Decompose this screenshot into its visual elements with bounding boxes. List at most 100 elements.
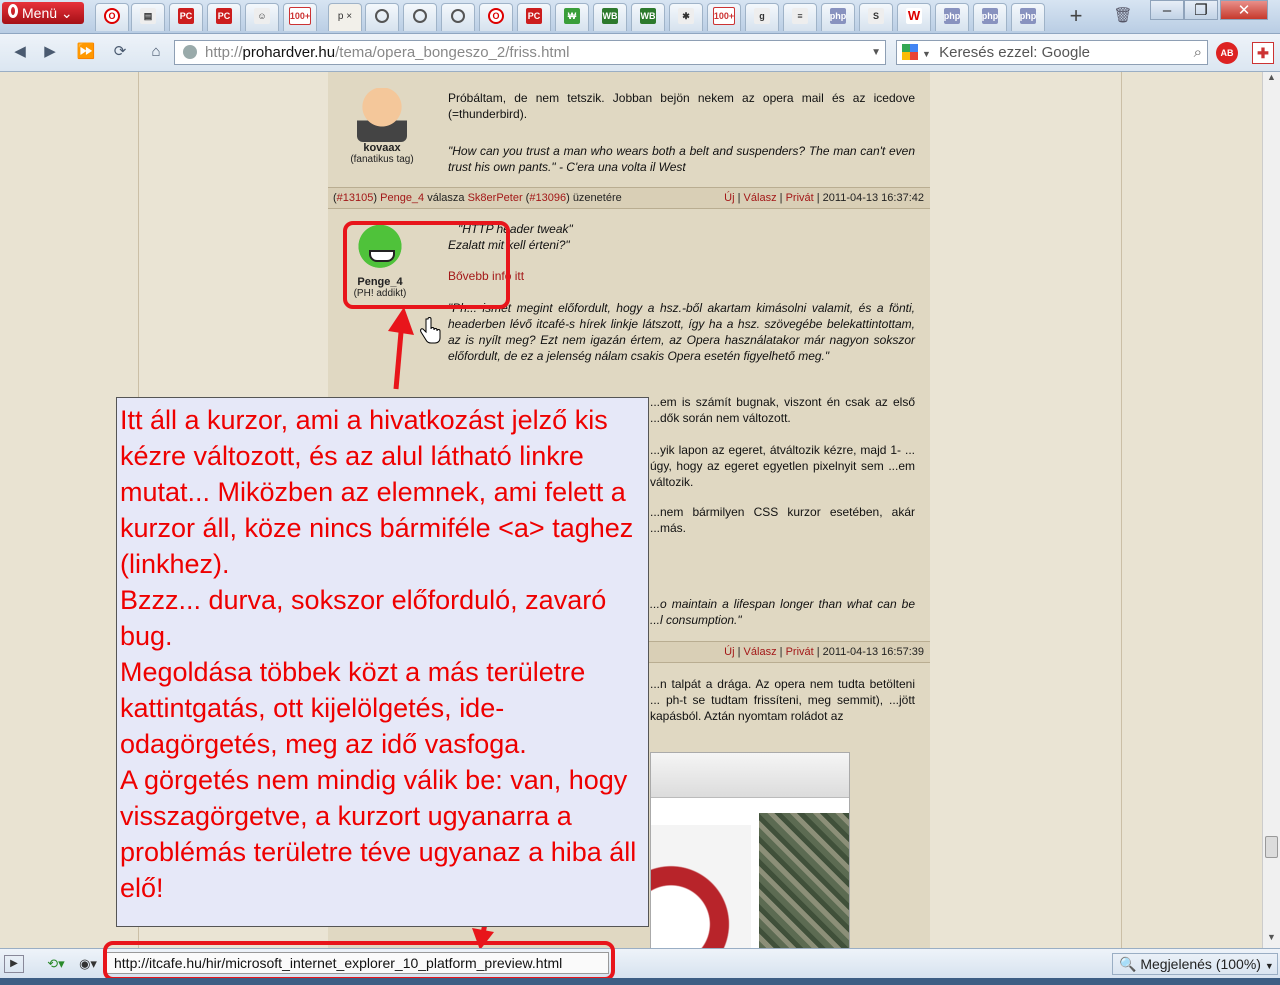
tab-13[interactable]: WB (631, 3, 665, 31)
annotation-line: Megoldása többek közt a más területre ka… (120, 657, 586, 759)
tab-11[interactable]: ₩ (555, 3, 589, 31)
post-quote: "HTTP header tweak" Ezalatt mit kell ért… (448, 221, 915, 253)
tab-22[interactable]: php (973, 3, 1007, 31)
active-tab-label: p (337, 11, 344, 22)
quote-line: "HTTP header tweak" (458, 222, 573, 236)
tab-12[interactable]: WB (593, 3, 627, 31)
tab-2[interactable]: PC (169, 3, 203, 31)
home-icon[interactable]: ⌂ (142, 39, 170, 65)
php-icon: php (943, 8, 961, 25)
tab-17[interactable]: ≡ (783, 3, 817, 31)
vertical-scrollbar[interactable]: ▲ ▼ (1262, 72, 1280, 948)
info-link-wrapper: Bővebb infó itt (448, 268, 915, 284)
tab-10[interactable]: PC (517, 3, 551, 31)
post-signature: "How can you trust a man who wears both … (448, 144, 915, 174)
annotation-line: Itt áll a kurzor, ami a hivatkozást jelz… (120, 405, 634, 579)
tab-18[interactable]: php (821, 3, 855, 31)
annotation-line: Bzzz... durva, sokszor előforduló, zavar… (120, 585, 607, 651)
zoom-control[interactable]: 🔍 Megjelenés (100%) ▼ (1112, 953, 1278, 975)
pc-icon: PC (178, 8, 194, 25)
embedded-screenshot[interactable] (650, 752, 850, 948)
loading-icon (413, 9, 427, 24)
php-icon: php (829, 8, 847, 25)
sync-icon[interactable]: ⟲▾ (42, 954, 70, 974)
php-icon: php (1019, 8, 1037, 25)
php-icon: php (981, 8, 999, 25)
target-id-link[interactable]: #13096 (529, 192, 566, 204)
trash-icon[interactable]: 🗑 (1112, 5, 1134, 27)
loading-icon (375, 9, 389, 24)
scrollbar-thumb[interactable] (1265, 836, 1278, 858)
tab-14[interactable]: ✱ (669, 3, 703, 31)
forward-icon[interactable]: ▶ (36, 39, 64, 65)
google-icon: g (754, 8, 770, 25)
reload-icon[interactable]: ⟳ (106, 39, 134, 65)
windows-taskbar (0, 978, 1280, 985)
tab-16[interactable]: g (745, 3, 779, 31)
search-field[interactable]: ▼ Keresés ezzel: Google ⌕ (896, 40, 1208, 65)
tab-close-icon[interactable]: × (346, 11, 352, 22)
url-prefix: http:// (205, 44, 243, 61)
private-message-link[interactable]: Privát (786, 192, 814, 204)
tab-bar: Menü ⌄ O ▤ PC PC ☺ 100+ O PC ₩ WB WB ✱ 100+ g ≡ php S Wph… (0, 0, 1280, 34)
panel-toggle-icon[interactable]: ▶ (4, 955, 24, 973)
arrow-up-icon (388, 307, 414, 390)
post-actions: Új | Válasz | Privát | 2011-04-13 16:57:… (724, 646, 924, 658)
pc-icon: PC (526, 8, 542, 25)
tools-icon[interactable]: ✚ (1252, 42, 1274, 64)
post-id-link[interactable]: #13105 (337, 192, 374, 204)
tab-5[interactable]: 100+ (283, 3, 317, 31)
adblock-icon[interactable]: AB (1216, 42, 1238, 64)
tab-active[interactable]: p × (328, 3, 362, 31)
scroll-down-icon[interactable]: ▼ (1263, 932, 1280, 948)
post-signature: ...o maintain a lifespan longer than wha… (650, 597, 915, 627)
reply-link[interactable]: Válasz (744, 192, 777, 204)
tab-0[interactable]: O (95, 3, 129, 31)
search-icon[interactable]: ⌕ (1194, 41, 1202, 64)
reply-target-link[interactable]: Sk8erPeter (468, 192, 523, 204)
address-field[interactable]: http://prohardver.hu/tema/opera_bongeszo… (174, 40, 886, 65)
tab-8[interactable] (441, 3, 475, 31)
loading-icon (451, 9, 465, 24)
private-message-link[interactable]: Privát (786, 646, 814, 658)
close-window-button[interactable]: ✕ (1220, 0, 1268, 20)
post-date: 2011-04-13 16:57:39 (822, 646, 924, 658)
address-dropdown-icon[interactable]: ▼ (871, 41, 881, 64)
tab-4[interactable]: ☺ (245, 3, 279, 31)
post-author-link[interactable]: Penge_4 (380, 192, 424, 204)
new-post-link[interactable]: Új (724, 192, 734, 204)
tab-21[interactable]: php (935, 3, 969, 31)
tab-20[interactable]: W (897, 3, 931, 31)
search-engine-dropdown-icon[interactable]: ▼ (922, 49, 931, 59)
google-icon (902, 44, 918, 60)
fast-forward-icon[interactable]: ⏩ (72, 39, 100, 65)
tab-3[interactable]: PC (207, 3, 241, 31)
tab-19[interactable]: S (859, 3, 893, 31)
avatar (357, 88, 407, 142)
post-paragraph: ...nem bármilyen CSS kurzor esetében, ak… (650, 505, 915, 535)
reply-word: válasza (427, 192, 465, 204)
minimize-button[interactable]: – (1150, 0, 1184, 20)
opera-menu-button[interactable]: Menü ⌄ (2, 2, 84, 24)
wb-icon: WB (602, 8, 618, 25)
tab-7[interactable] (403, 3, 437, 31)
globe-icon (183, 45, 197, 59)
chevron-down-icon: ⌄ (60, 5, 73, 21)
tab-1[interactable]: ▤ (131, 3, 165, 31)
tab-6[interactable] (365, 3, 399, 31)
tab-23[interactable]: php (1011, 3, 1045, 31)
turbo-icon[interactable]: ◉▾ (76, 954, 100, 974)
scroll-up-icon[interactable]: ▲ (1263, 72, 1280, 88)
back-icon[interactable]: ◀ (6, 39, 34, 65)
post-paragraph: ...em is számít bugnak, viszont én csak … (650, 395, 915, 425)
tab-9[interactable]: O (479, 3, 513, 31)
tab-15[interactable]: 100+ (707, 3, 741, 31)
search-placeholder: Keresés ezzel: Google (939, 44, 1091, 61)
new-tab-button[interactable]: + (1062, 5, 1090, 29)
reply-link[interactable]: Válasz (744, 646, 777, 658)
author-nick[interactable]: kovaax (330, 142, 434, 154)
highlight-box-status-url (103, 941, 615, 981)
new-post-link[interactable]: Új (724, 646, 734, 658)
maximize-button[interactable]: ❐ (1184, 0, 1218, 20)
chevron-down-icon: ▼ (1264, 961, 1274, 971)
